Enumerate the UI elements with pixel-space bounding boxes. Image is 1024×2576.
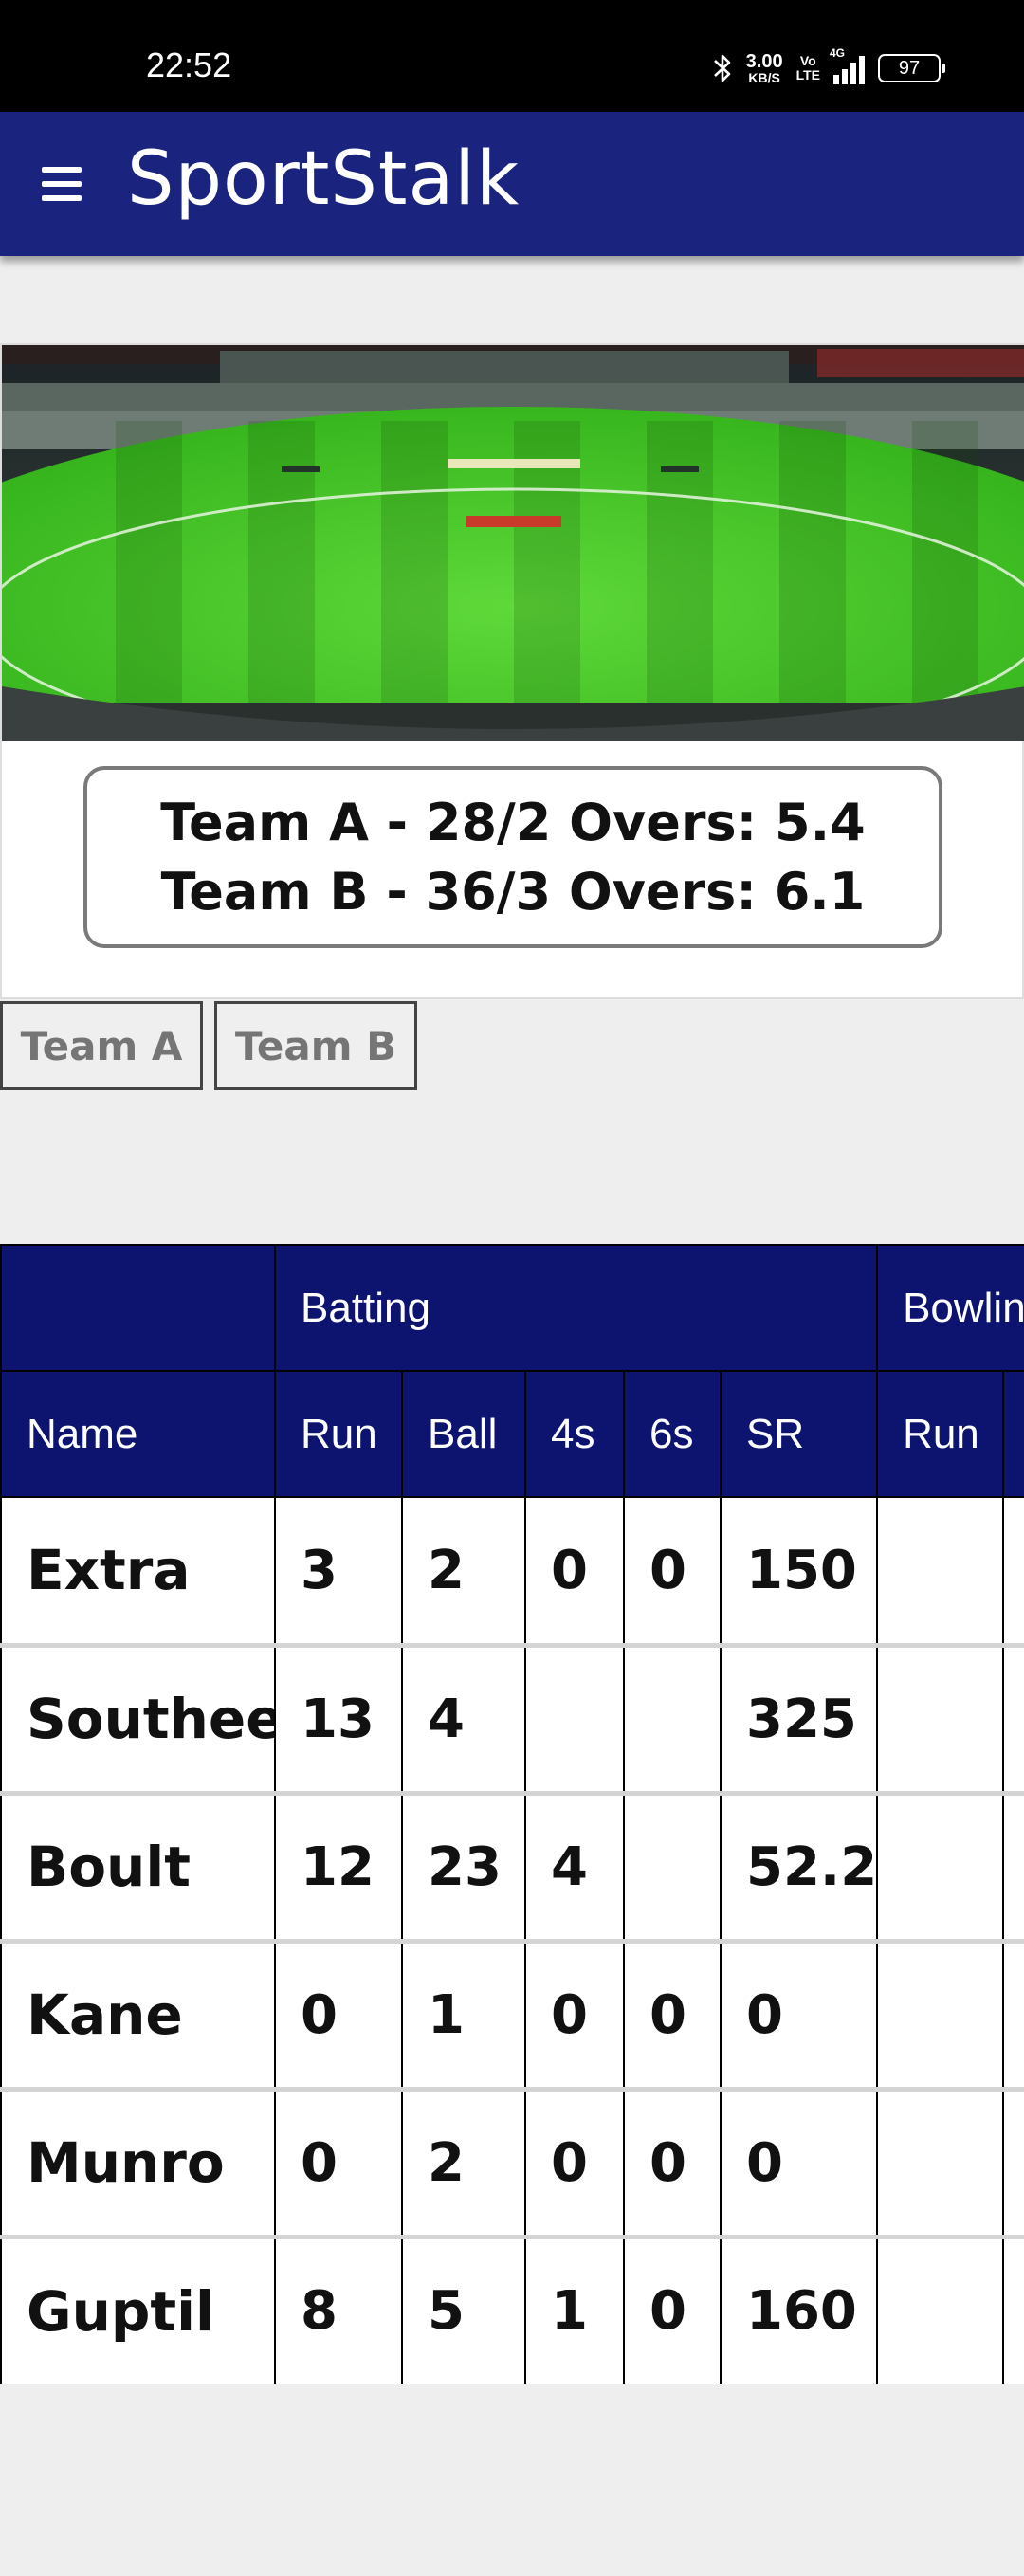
col-run: Run: [274, 1370, 403, 1498]
cell-fours: 0: [524, 2089, 625, 2239]
table-row: Southee 13 4 325: [0, 1645, 1024, 1796]
network-speed: 3.00 KB/S: [745, 51, 783, 85]
team-b-tab[interactable]: Team B: [214, 1001, 417, 1090]
player-name: Kane: [0, 1941, 276, 2092]
cell-ball: 2: [401, 1497, 526, 1648]
team-a-tab[interactable]: Team A: [0, 1001, 203, 1090]
cell-bowl-extra: [1002, 1793, 1024, 1944]
cell-sixes: [623, 1645, 722, 1796]
cell-ball: 5: [401, 2237, 526, 2384]
status-bar: 22:52 3.00 KB/S Vo LTE 4G 97: [0, 0, 1024, 112]
bowling-group-header: Bowling: [876, 1244, 1024, 1372]
cell-bowl-run: [876, 1793, 1005, 1944]
status-icons: 3.00 KB/S Vo LTE 4G 97: [712, 46, 945, 87]
cell-bowl-extra: [1002, 1941, 1024, 2092]
cell-sr: 325: [719, 1645, 879, 1796]
col-bowl-run: Run: [876, 1370, 1005, 1498]
signal-strength-icon: 4G: [830, 46, 865, 84]
score-summary: Team A - 28/2 Overs: 5.4 Team B - 36/3 O…: [83, 766, 942, 948]
player-name: Extra: [0, 1497, 276, 1648]
player-name: Boult: [0, 1793, 276, 1944]
cell-sixes: 0: [623, 1941, 722, 2092]
cell-bowl-run: [876, 1497, 1005, 1648]
scorecard-table: Batting Bowling Name Run Ball 4s 6s SR R…: [0, 1244, 1024, 2384]
bluetooth-icon: [713, 54, 730, 82]
table-row: Kane 0 1 0 0 0: [0, 1941, 1024, 2092]
player-name: Munro: [0, 2089, 276, 2239]
cell-sr: 0: [719, 2089, 879, 2239]
cell-ball: 23: [401, 1793, 526, 1944]
cell-ball: 1: [401, 1941, 526, 2092]
col-name: Name: [0, 1370, 276, 1498]
battery-icon: 97: [878, 54, 945, 82]
cell-fours: 1: [524, 2237, 625, 2384]
cell-sixes: 0: [623, 1497, 722, 1648]
empty-header-cell: [0, 1244, 276, 1372]
scorecard-scroll-area[interactable]: Batting Bowling Name Run Ball 4s 6s SR R…: [0, 1244, 1024, 2384]
player-name: Guptil: [0, 2237, 276, 2384]
table-row: Boult 12 23 4 52.2: [0, 1793, 1024, 1944]
cell-sr: 0: [719, 1941, 879, 2092]
app-bar: SportStalk: [0, 112, 1024, 256]
team-b-score: Team B - 36/3 Overs: 6.1: [160, 862, 866, 922]
col-ball: Ball: [401, 1370, 526, 1498]
match-card: Team A - 28/2 Overs: 5.4 Team B - 36/3 O…: [0, 343, 1024, 999]
cell-sr: 52.2: [719, 1793, 879, 1944]
volte-icon: Vo LTE: [795, 53, 820, 82]
cell-sixes: [623, 1793, 722, 1944]
cell-bowl-extra: [1002, 1645, 1024, 1796]
status-time: 22:52: [146, 46, 232, 84]
column-header-row: Name Run Ball 4s 6s SR Run: [0, 1370, 1024, 1498]
team-a-score: Team A - 28/2 Overs: 5.4: [160, 793, 866, 852]
battery-level: 97: [898, 57, 921, 79]
cell-ball: 4: [401, 1645, 526, 1796]
cell-bowl-run: [876, 1645, 1005, 1796]
cell-fours: [524, 1645, 625, 1796]
cell-bowl-run: [876, 1941, 1005, 2092]
cell-run: 0: [274, 1941, 403, 2092]
cell-run: 12: [274, 1793, 403, 1944]
cell-sixes: 0: [623, 2237, 722, 2384]
cricket-stadium-image: [2, 345, 1024, 741]
cell-bowl-run: [876, 2089, 1005, 2239]
cell-ball: 2: [401, 2089, 526, 2239]
cell-run: 13: [274, 1645, 403, 1796]
cell-sixes: 0: [623, 2089, 722, 2239]
cell-fours: 4: [524, 1793, 625, 1944]
cell-bowl-run: [876, 2237, 1005, 2384]
table-row: Munro 0 2 0 0 0: [0, 2089, 1024, 2239]
cell-bowl-extra: [1002, 2089, 1024, 2239]
col-bowl-extra: [1002, 1370, 1024, 1498]
col-sr: SR: [719, 1370, 879, 1498]
group-header-row: Batting Bowling: [0, 1244, 1024, 1372]
cell-run: 8: [274, 2237, 403, 2384]
table-row: Extra 3 2 0 0 150: [0, 1497, 1024, 1648]
cell-bowl-extra: [1002, 2237, 1024, 2384]
cell-fours: 0: [524, 1941, 625, 2092]
table-row: Guptil 8 5 1 0 160: [0, 2237, 1024, 2384]
app-title: SportStalk: [127, 137, 521, 222]
cell-run: 3: [274, 1497, 403, 1648]
player-name: Southee: [0, 1645, 276, 1796]
hamburger-menu-icon[interactable]: [42, 167, 82, 201]
cell-sr: 150: [719, 1497, 879, 1648]
cell-sr: 160: [719, 2237, 879, 2384]
cell-bowl-extra: [1002, 1497, 1024, 1648]
batting-group-header: Batting: [273, 1244, 879, 1372]
col-fours: 4s: [524, 1370, 625, 1498]
cell-fours: 0: [524, 1497, 625, 1648]
cell-run: 0: [274, 2089, 403, 2239]
col-sixes: 6s: [623, 1370, 722, 1498]
